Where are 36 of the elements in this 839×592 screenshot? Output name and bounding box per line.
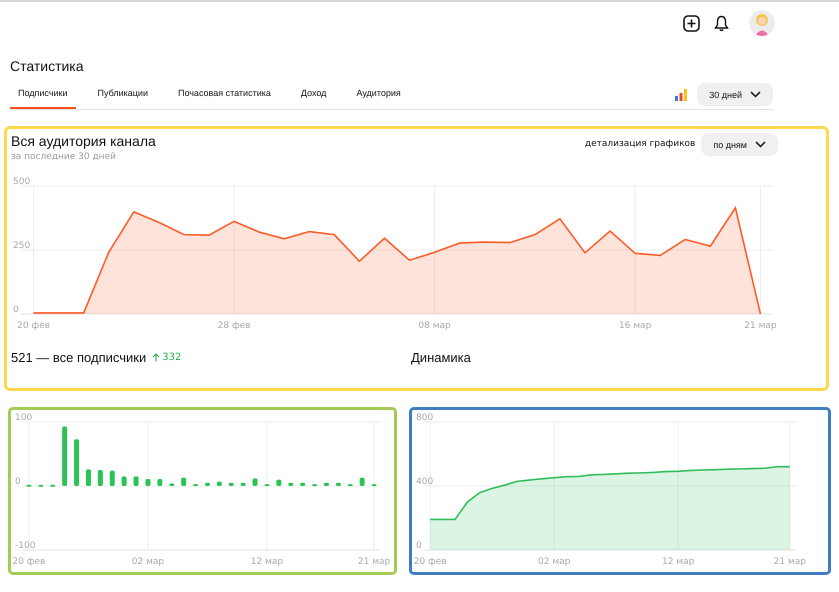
- axis-label: 400: [416, 477, 434, 487]
- dynamics-title: Динамика: [411, 350, 471, 365]
- detail-dropdown[interactable]: по дням: [701, 133, 778, 156]
- axis-label: 21 мар: [358, 557, 390, 567]
- axis-label: 20 фев: [414, 557, 447, 567]
- axis-label: 02 мар: [132, 557, 164, 567]
- axis-label: 12 мар: [662, 557, 694, 567]
- page-title: Статистика: [10, 58, 85, 74]
- axis-label: -100: [15, 541, 36, 551]
- axis-label: 20 фев: [12, 557, 46, 567]
- axis-label: 02 мар: [538, 557, 570, 567]
- detail-label: детализация графиков: [584, 139, 696, 149]
- axis-label: 21 мар: [774, 557, 806, 567]
- axis-label: 20 фев: [17, 321, 50, 331]
- panel-title: Вся аудитория канала: [11, 133, 156, 149]
- axis-label: 500: [13, 177, 30, 187]
- tab[interactable]: Подписчики: [10, 80, 76, 109]
- axis-label: 250: [13, 241, 30, 251]
- period-dropdown[interactable]: 30 дней: [697, 83, 773, 106]
- axis-label: 28 фев: [218, 321, 250, 331]
- axis-label: 100: [15, 413, 32, 423]
- tab[interactable]: Публикации: [90, 80, 156, 109]
- axis-label: 0: [15, 477, 21, 487]
- subscribers-title: 521 — все подписчики: [11, 350, 146, 365]
- tab[interactable]: Почасовая статистика: [170, 80, 279, 109]
- tab[interactable]: Аудитория: [348, 80, 409, 109]
- axis-label: 800: [416, 413, 434, 423]
- axis-label: 08 мар: [418, 321, 451, 331]
- axis-label: 0: [416, 541, 422, 551]
- panel-subtitle: за последние 30 дней: [11, 152, 117, 162]
- tab[interactable]: Доход: [292, 80, 334, 109]
- axis-label: 0: [13, 305, 19, 315]
- axis-label: 21 мар: [744, 321, 777, 331]
- axis-label: 12 мар: [250, 557, 284, 567]
- subscribers-delta: 332: [152, 352, 182, 363]
- axis-label: 16 мар: [618, 321, 652, 331]
